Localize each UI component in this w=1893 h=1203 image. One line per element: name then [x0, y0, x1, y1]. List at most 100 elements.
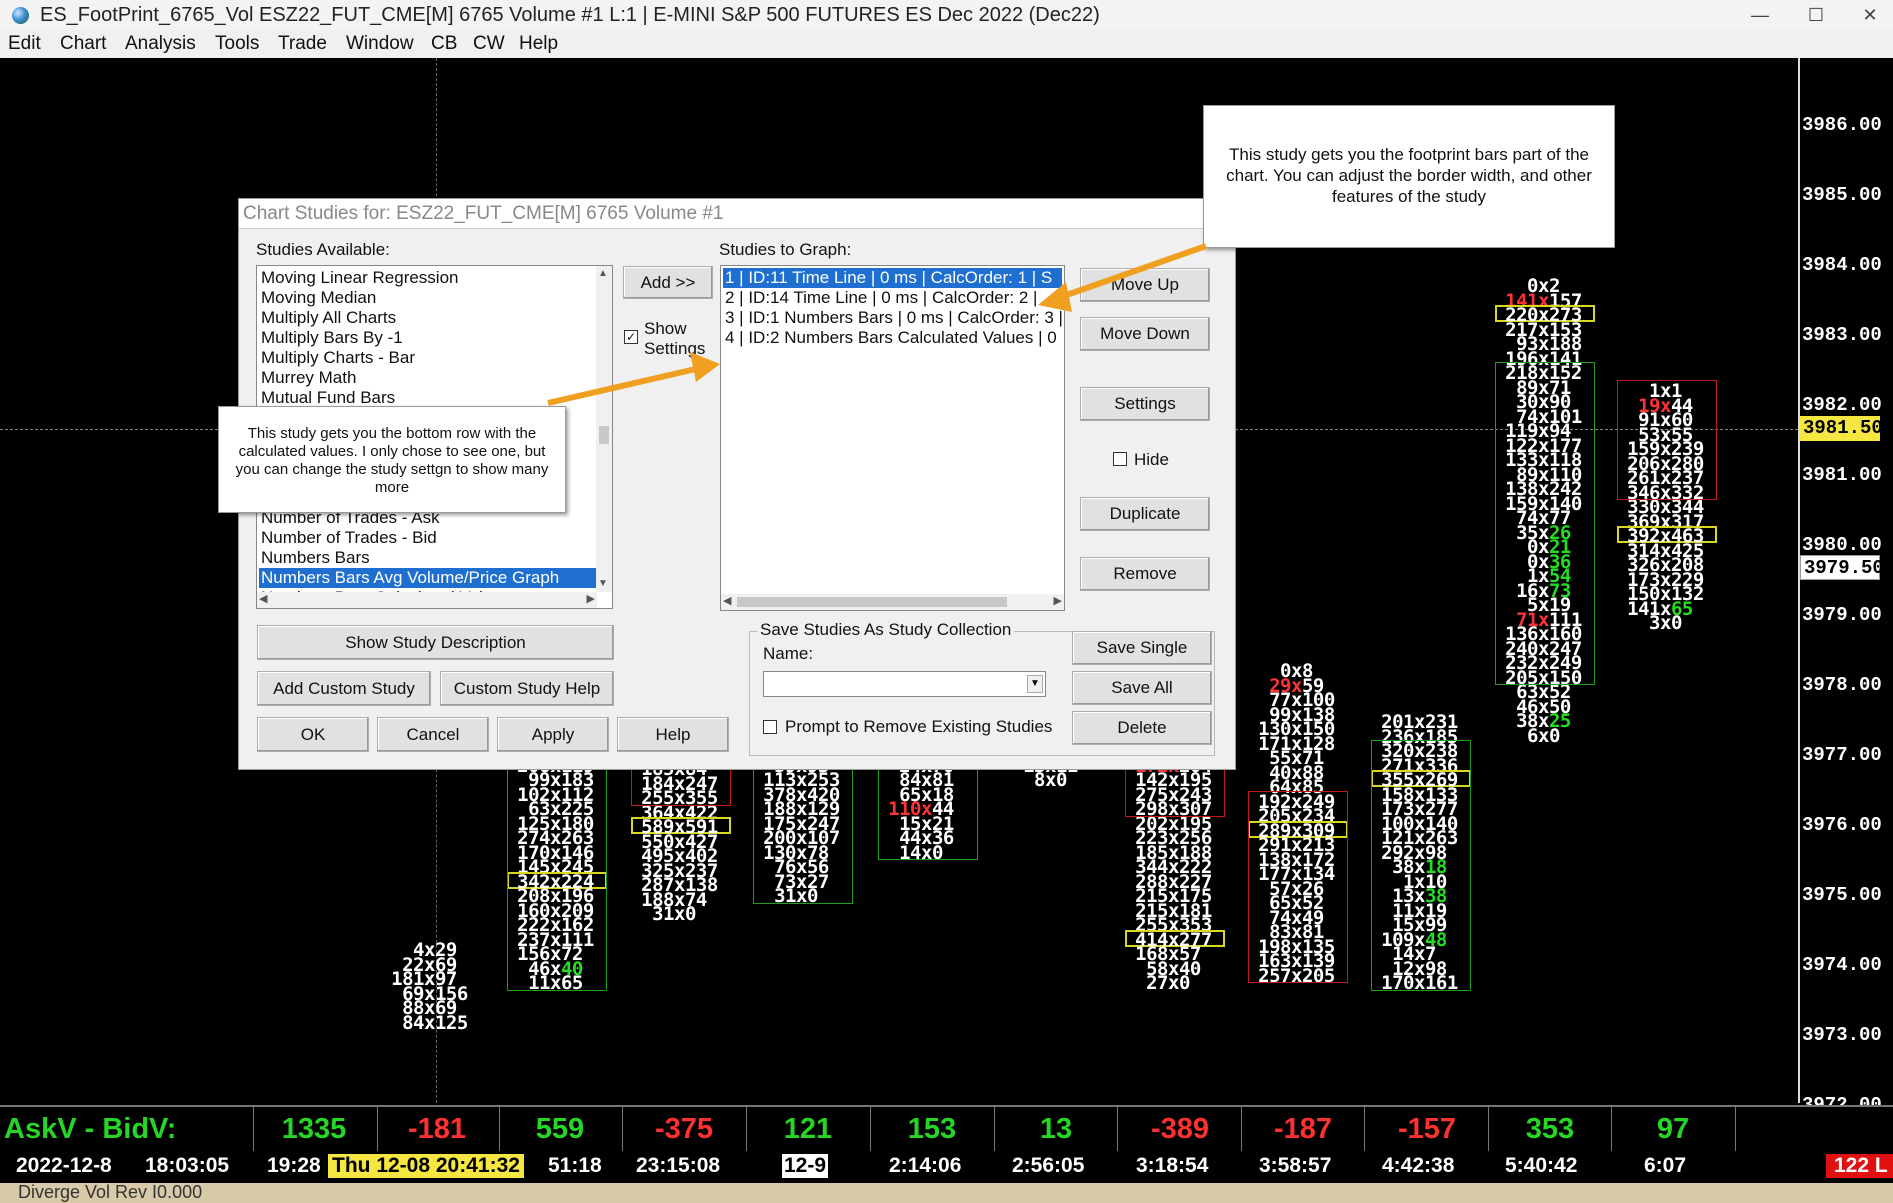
show-settings-label: Show Settings	[644, 319, 706, 358]
time-label: 2:14:06	[889, 1154, 962, 1177]
app-logo-icon	[12, 7, 29, 24]
cancel-button[interactable]: Cancel	[377, 717, 489, 752]
menu-tools[interactable]: Tools	[215, 33, 259, 55]
scroll-down-icon[interactable]: ▼	[598, 578, 608, 589]
show-settings-checkbox[interactable]: ✓	[624, 330, 638, 344]
ask-volume: 27	[1146, 972, 1168, 994]
footprint-row: 6x0	[1484, 726, 1603, 745]
close-button[interactable]: ✕	[1850, 2, 1890, 28]
time-label: 23:15:08	[636, 1154, 721, 1177]
time-label: 3:58:57	[1259, 1154, 1332, 1177]
custom-study-help-button[interactable]: Custom Study Help	[440, 671, 614, 706]
list-item[interactable]: Moving Median	[259, 288, 376, 308]
price-axis-label: 3976.00	[1802, 814, 1882, 836]
menu-trade[interactable]: Trade	[278, 33, 327, 55]
graph-study-item-selected[interactable]: 1 | ID:11 Time Line | 0 ms | CalcOrder: …	[723, 268, 1062, 288]
remove-button[interactable]: Remove	[1080, 557, 1210, 591]
scroll-left-icon[interactable]: ◀	[723, 594, 731, 607]
vertical-scrollbar[interactable]: ▲ ▼	[596, 266, 612, 592]
graph-study-item[interactable]: 3 | ID:1 Numbers Bars | 0 ms | CalcOrder…	[723, 308, 1063, 328]
dialog-title-bar[interactable]: Chart Studies for: ESZ22_FUT_CME[M] 6765…	[239, 199, 1235, 229]
price-axis-label: 3985.00	[1802, 184, 1882, 206]
menu-chart[interactable]: Chart	[60, 33, 106, 55]
time-label: 3:18:54	[1136, 1154, 1209, 1177]
separator: x	[1660, 612, 1671, 634]
list-item[interactable]: Number of Trades - Bid	[259, 528, 437, 548]
studies-to-graph-list[interactable]: 1 | ID:11 Time Line | 0 ms | CalcOrder: …	[720, 265, 1065, 611]
list-item[interactable]: Murrey Math	[259, 368, 356, 388]
ask-volume: 3	[1649, 612, 1660, 634]
delta-value: -187	[1273, 1113, 1333, 1145]
delta-value: 121	[783, 1113, 833, 1145]
collection-name-combobox[interactable]: ▼	[763, 671, 1046, 697]
footprint-row: 84x125	[370, 1011, 489, 1034]
list-item[interactable]: Multiply Charts - Bar	[259, 348, 415, 368]
menu-help[interactable]: Help	[519, 33, 558, 55]
time-label: 4:42:38	[1382, 1154, 1455, 1177]
duplicate-button[interactable]: Duplicate	[1080, 497, 1210, 531]
last-price-tag: 3979.50	[1800, 555, 1884, 580]
maximize-button[interactable]: ☐	[1796, 2, 1836, 28]
bar-count-badge: 122 L	[1826, 1154, 1893, 1178]
list-item-selected[interactable]: Numbers Bars Avg Volume/Price Graph	[259, 568, 597, 588]
callout-footprint-study: This study gets you the footprint bars p…	[1203, 105, 1615, 248]
horizontal-scrollbar[interactable]: ◀ ▶	[257, 592, 597, 608]
bid-volume: 0	[1055, 769, 1067, 791]
add-study-button[interactable]: Add >>	[623, 266, 713, 299]
list-item[interactable]: Numbers Bars	[259, 548, 370, 568]
horizontal-scrollbar[interactable]: ◀ ▶	[721, 594, 1064, 610]
delta-value: 1335	[281, 1113, 347, 1145]
time-label: 51:18	[548, 1154, 602, 1177]
menu-analysis[interactable]: Analysis	[125, 33, 196, 55]
footprint-bar-border	[1248, 790, 1348, 983]
scroll-left-icon[interactable]: ◀	[259, 592, 267, 605]
show-study-description-button[interactable]: Show Study Description	[257, 625, 614, 660]
move-up-button[interactable]: Move Up	[1080, 268, 1210, 302]
price-axis-label: 3975.00	[1802, 884, 1882, 906]
list-item[interactable]: Mutual Fund Bars	[259, 388, 395, 408]
help-button[interactable]: Help	[617, 717, 729, 752]
delta-row-label: AskV - BidV:	[4, 1113, 177, 1145]
delta-value: -389	[1150, 1113, 1210, 1145]
footprint-row: 31x0	[620, 903, 739, 925]
chevron-down-icon[interactable]: ▼	[1027, 675, 1043, 693]
time-label: 19:28	[267, 1154, 321, 1177]
scroll-right-icon[interactable]: ▶	[1054, 594, 1062, 607]
move-down-button[interactable]: Move Down	[1080, 317, 1210, 351]
menu-cw[interactable]: CW	[473, 33, 505, 55]
ok-button[interactable]: OK	[257, 717, 369, 752]
list-item[interactable]: Moving Linear Regression	[259, 268, 459, 288]
footprint-row: 8x0	[991, 769, 1110, 791]
bid-volume: 0	[1670, 612, 1682, 634]
price-axis-label: 3986.00	[1802, 114, 1882, 136]
scroll-thumb[interactable]	[737, 597, 1007, 607]
menu-cb[interactable]: CB	[431, 33, 457, 55]
delete-button[interactable]: Delete	[1072, 711, 1212, 745]
bid-volume: 0	[1178, 972, 1190, 994]
list-item[interactable]: Multiply Bars By -1	[259, 328, 403, 348]
scroll-thumb[interactable]	[599, 426, 609, 444]
settings-button[interactable]: Settings	[1080, 387, 1210, 421]
scroll-up-icon[interactable]: ▲	[598, 268, 608, 279]
apply-button[interactable]: Apply	[497, 717, 609, 752]
menu-window[interactable]: Window	[346, 33, 414, 55]
graph-study-item[interactable]: 2 | ID:14 Time Line | 0 ms | CalcOrder: …	[723, 288, 1037, 308]
time-label: 6:07	[1644, 1154, 1687, 1177]
add-custom-study-button[interactable]: Add Custom Study	[257, 671, 431, 706]
delta-column-divider	[994, 1107, 995, 1153]
separator: x	[424, 1011, 435, 1034]
delta-column-divider	[1364, 1107, 1365, 1153]
minimize-button[interactable]: —	[1740, 2, 1780, 28]
prompt-remove-checkbox[interactable]	[763, 720, 777, 734]
ask-volume: 31	[652, 903, 674, 925]
footprint-bar-border	[507, 740, 607, 991]
scroll-right-icon[interactable]: ▶	[587, 592, 595, 605]
hide-checkbox[interactable]	[1113, 452, 1127, 466]
menu-edit[interactable]: Edit	[8, 33, 41, 55]
save-single-button[interactable]: Save Single	[1072, 631, 1212, 665]
save-all-button[interactable]: Save All	[1072, 671, 1212, 705]
save-collection-group-title: Save Studies As Study Collection	[757, 620, 1015, 640]
graph-study-item[interactable]: 4 | ID:2 Numbers Bars Calculated Values …	[723, 328, 1057, 348]
footprint-row: 27x0	[1114, 972, 1233, 994]
list-item[interactable]: Multiply All Charts	[259, 308, 396, 328]
